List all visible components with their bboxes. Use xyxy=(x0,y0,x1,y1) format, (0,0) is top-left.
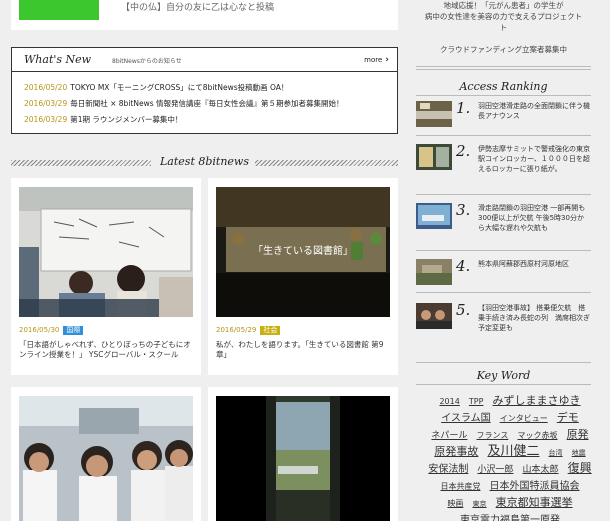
keyword-tag[interactable]: 小沢一郎 xyxy=(477,463,513,477)
keyword-tag[interactable]: 安保法制 xyxy=(428,463,468,477)
keyword-tag[interactable]: 東京都知事選挙 xyxy=(496,496,573,510)
news-item[interactable]: 2016/03/29 毎日新聞社 × 8bitNews 情報発信講座『毎日女性会議… xyxy=(24,96,389,112)
keyword-tag[interactable]: 日本外国特派員協会 xyxy=(490,480,580,494)
ranking-item[interactable]: 5. 【羽田空港事故】 搭乗便欠航 搭乗手続き済み長蛇の列 満席相次ぎ予定変更も xyxy=(416,299,591,347)
keyword-tag[interactable]: 日本共産党 xyxy=(440,480,480,494)
keyword-tag[interactable]: 地震 xyxy=(572,446,586,460)
ranking-title[interactable]: 羽田空港滑走路の全面閉鎖に伴う機長アナウンス xyxy=(478,101,590,121)
keyword-tag[interactable]: 東京 xyxy=(473,497,487,511)
keyword-tag[interactable]: 東京電力福島第一原発 xyxy=(460,514,560,521)
keyword-tag[interactable]: 台湾 xyxy=(549,446,563,460)
divider xyxy=(416,292,591,293)
top-article-thumbnail[interactable] xyxy=(19,0,99,20)
article-date: 2016/05/29 xyxy=(216,326,257,334)
ranking-item[interactable]: 1. 羽田空港滑走路の全面閉鎖に伴う機長アナウンス xyxy=(416,97,591,137)
keyword-tag[interactable]: 原発事故 xyxy=(434,445,478,459)
article-card[interactable] xyxy=(11,387,201,521)
whats-new-title: What's New xyxy=(24,53,92,66)
ranking-thumbnail[interactable] xyxy=(416,303,452,329)
article-date: 2016/05/30 xyxy=(19,326,60,334)
ranking-title[interactable]: 滑走路閉鎖の羽田空港 一部再開も300便以上が欠航 午後5時30分から大幅な遅れ… xyxy=(478,203,590,233)
keyword-tag[interactable]: 及川健二 xyxy=(487,445,539,459)
keyword-title: Key Word xyxy=(476,369,531,382)
keyword-tag[interactable]: 復興 xyxy=(568,461,592,475)
divider xyxy=(416,135,591,136)
divider xyxy=(416,250,591,251)
ranking-thumbnail[interactable] xyxy=(416,101,452,127)
ranking-title[interactable]: 【羽田空港事故】 搭乗便欠航 搭乗手続き済み長蛇の列 満席相次ぎ予定変更も xyxy=(478,303,590,333)
article-thumbnail[interactable] xyxy=(216,396,390,521)
article-card[interactable]: 「生きている図書館」 2016/05/29 社会 私が、わたしを語ります。「生きて… xyxy=(208,178,398,375)
top-article-card[interactable]: 【中の仏】自分の友に乙は心なと投稿 xyxy=(11,0,398,30)
rank-number: 4. xyxy=(456,257,471,275)
rank-number: 2. xyxy=(456,142,471,160)
ranking-item[interactable]: 3. 滑走路閉鎖の羽田空港 一部再開も300便以上が欠航 午後5時30分から大幅… xyxy=(416,199,591,251)
news-item[interactable]: 2016/05/20 TOKYO MX「モーニングCROSS」にて8bitNews… xyxy=(24,80,389,96)
whats-new-more-link[interactable]: more › xyxy=(364,55,389,65)
keyword-tag[interactable]: イスラム国 xyxy=(441,412,490,426)
sidebar: 地域応援！「元がん患者」の学生が 病中の女性達を美容の力で支えるプロジェクト ト… xyxy=(416,0,606,521)
keyword-tag[interactable]: 2014 xyxy=(439,395,459,409)
rank-number: 1. xyxy=(456,99,471,117)
category-tag[interactable]: 社会 xyxy=(260,326,281,335)
article-card[interactable]: 2016/05/30 国際 「日本語がしゃべれず、ひとりぼっちの子どもにオンライン… xyxy=(11,178,201,375)
article-meta: 2016/05/30 国際 xyxy=(19,326,84,335)
article-thumbnail[interactable]: 「生きている図書館」 xyxy=(216,187,390,317)
ranking-thumbnail[interactable] xyxy=(416,203,452,229)
promo-line: 地域応援！「元がん患者」の学生が xyxy=(443,1,564,10)
news-item[interactable]: 2016/03/29 第1期 ラウンジメンバー募集中！ xyxy=(24,112,389,128)
divider xyxy=(416,362,591,363)
thumbnail-overlay-text: 「生きている図書館」 xyxy=(253,244,353,257)
category-tag[interactable]: 国際 xyxy=(63,326,84,335)
ranking-title[interactable]: 熊本県阿蘇郡西原村河原地区 xyxy=(478,259,590,269)
whats-new-subtitle: 8bitNewsからのお知らせ xyxy=(112,58,182,65)
keyword-tag[interactable]: デモ xyxy=(557,411,579,425)
article-title[interactable]: 私が、わたしを語ります。「生きている図書館 第9章」 xyxy=(216,340,392,360)
crowdfunding-promo[interactable]: 地域応援！「元がん患者」の学生が 病中の女性達を美容の力で支えるプロジェクト ト xyxy=(416,0,591,33)
keyword-tag[interactable]: みずしままさゆき xyxy=(493,394,581,408)
ranking-thumbnail[interactable] xyxy=(416,259,452,285)
keyword-tag[interactable]: 山本太郎 xyxy=(523,463,559,477)
keyword-tag[interactable]: 原発 xyxy=(567,428,589,442)
ranking-item[interactable]: 2. 伊勢志摩サミットで警戒強化の東京駅コインロッカー、１０００日を超えるロッカ… xyxy=(416,140,591,195)
whats-new-box: What's New 8bitNewsからのお知らせ more › 2016/05… xyxy=(11,47,398,134)
promo-line: 病中の女性達を美容の力で支えるプロジェクト xyxy=(424,12,583,21)
top-article-snippet[interactable]: 【中の仏】自分の友に乙は心なと投稿 xyxy=(121,0,274,13)
whats-new-list: 2016/05/20 TOKYO MX「モーニングCROSS」にて8bitNews… xyxy=(24,80,389,128)
ranking-item[interactable]: 4. 熊本県阿蘇郡西原村河原地区 xyxy=(416,255,591,295)
rank-number: 5. xyxy=(456,301,471,319)
whats-new-header: What's New 8bitNewsからのお知らせ more › xyxy=(12,48,397,72)
article-thumbnail[interactable] xyxy=(19,187,193,317)
latest-heading: Latest 8bitnews xyxy=(11,155,398,171)
keyword-cloud: 2014 TPP みずしままさゆき イスラム国 インタビュー デモ ネパール フ… xyxy=(426,392,594,521)
crowdfunding-cta[interactable]: クラウドファンディング立案者募集中 xyxy=(416,44,591,55)
divider xyxy=(416,66,591,67)
access-ranking-title: Access Ranking xyxy=(459,80,548,93)
keyword-tag[interactable]: 映画 xyxy=(447,497,463,511)
article-meta: 2016/05/29 社会 xyxy=(216,326,281,335)
chevron-right-icon: › xyxy=(385,55,389,65)
divider xyxy=(416,69,591,70)
keyword-tag[interactable]: マック赤坂 xyxy=(517,429,557,443)
article-thumbnail[interactable] xyxy=(19,396,193,521)
latest-title: Latest 8bitnews xyxy=(154,155,255,168)
divider xyxy=(416,95,591,96)
ranking-thumbnail[interactable] xyxy=(416,144,452,170)
article-title[interactable]: 「日本語がしゃべれず、ひとりぼっちの子どもにオンライン授業を！」 YSCグローバ… xyxy=(19,340,195,360)
article-card[interactable] xyxy=(208,387,398,521)
ranking-title[interactable]: 伊勢志摩サミットで警戒強化の東京駅コインロッカー、１０００日を超えるロッカーに張… xyxy=(478,144,590,174)
keyword-tag[interactable]: ネパール xyxy=(431,429,467,443)
divider xyxy=(416,194,591,195)
rank-number: 3. xyxy=(456,201,471,219)
keyword-tag[interactable]: インタビュー xyxy=(500,412,548,426)
keyword-tag[interactable]: TPP xyxy=(469,395,484,409)
keyword-tag[interactable]: フランス xyxy=(477,429,509,443)
promo-line: ト xyxy=(499,23,508,32)
divider xyxy=(416,384,591,385)
